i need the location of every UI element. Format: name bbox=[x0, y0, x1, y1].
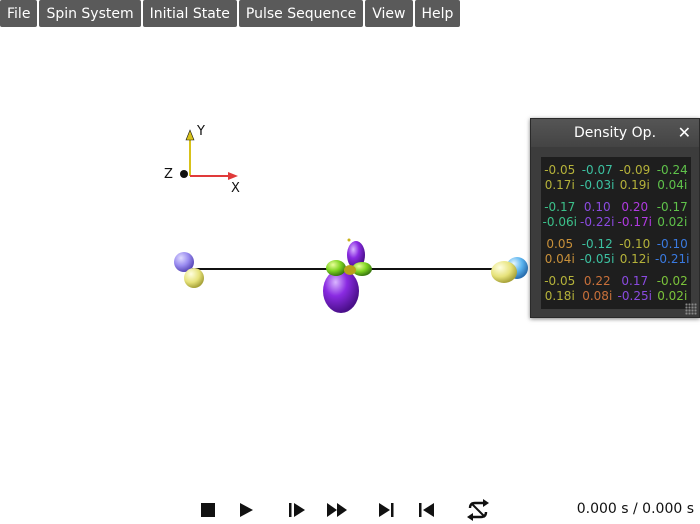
step-forward-icon[interactable] bbox=[286, 498, 308, 522]
matrix-cell-real: -0.17 bbox=[544, 199, 576, 214]
matrix-cell-real: -0.24 bbox=[656, 162, 688, 177]
menu-file[interactable]: File bbox=[0, 0, 38, 27]
matrix-cell-real: -0.05 bbox=[544, 273, 576, 288]
play-icon[interactable] bbox=[236, 498, 256, 522]
menu-view[interactable]: View bbox=[365, 0, 413, 27]
matrix-cell-real: 0.10 bbox=[583, 199, 611, 214]
matrix-cell-real: -0.12 bbox=[581, 236, 613, 251]
playback-controls: 0.000 s / 0.000 s bbox=[0, 498, 700, 524]
matrix-cell: 0.22 0.08i bbox=[579, 270, 617, 307]
matrix-cell-real: -0.10 bbox=[656, 236, 688, 251]
matrix-cell-imag: 0.04i bbox=[544, 251, 575, 266]
matrix-cell-imag: -0.22i bbox=[580, 214, 615, 229]
matrix-cell-imag: -0.05i bbox=[580, 251, 615, 266]
fast-forward-icon[interactable] bbox=[325, 498, 349, 522]
matrix-cell-imag: 0.08i bbox=[582, 288, 613, 303]
matrix-cell: -0.10 0.12i bbox=[616, 233, 654, 270]
matrix-cell: -0.24 0.04i bbox=[654, 159, 692, 196]
menu-initial-state[interactable]: Initial State bbox=[142, 0, 237, 27]
skip-to-end-icon[interactable] bbox=[377, 498, 397, 522]
matrix-cell: 0.20 -0.17i bbox=[616, 196, 654, 233]
menu-bar: File Spin System Initial State Pulse Seq… bbox=[0, 0, 461, 28]
density-matrix: -0.05 0.17i -0.07 -0.03i -0.09 0.19i -0.24 0.04… bbox=[541, 157, 691, 309]
spin-scene-graphic bbox=[174, 238, 528, 313]
close-icon[interactable]: ✕ bbox=[678, 123, 691, 142]
matrix-cell: 0.10 -0.22i bbox=[579, 196, 617, 233]
matrix-cell-real: 0.17 bbox=[621, 273, 649, 288]
axis-gizmo: Y X Z bbox=[160, 122, 250, 202]
matrix-cell-real: 0.20 bbox=[621, 199, 649, 214]
loop-icon[interactable] bbox=[465, 498, 491, 522]
matrix-cell-real: -0.05 bbox=[544, 162, 576, 177]
matrix-cell-imag: 0.18i bbox=[544, 288, 575, 303]
matrix-cell-real: 0.22 bbox=[583, 273, 611, 288]
skip-to-start-icon[interactable] bbox=[416, 498, 436, 522]
matrix-cell: -0.10 -0.21i bbox=[654, 233, 692, 270]
matrix-cell: -0.12 -0.05i bbox=[579, 233, 617, 270]
matrix-cell-imag: 0.02i bbox=[657, 288, 688, 303]
matrix-cell-real: -0.09 bbox=[619, 162, 651, 177]
matrix-cell-imag: 0.04i bbox=[657, 177, 688, 192]
menu-spin-system[interactable]: Spin System bbox=[39, 0, 141, 27]
matrix-cell-real: -0.07 bbox=[581, 162, 613, 177]
axis-label-z: Z bbox=[164, 167, 173, 182]
matrix-cell-imag: -0.21i bbox=[655, 251, 690, 266]
time-readout: 0.000 s / 0.000 s bbox=[576, 501, 694, 517]
matrix-cell: -0.05 0.18i bbox=[541, 270, 579, 307]
matrix-cell: -0.02 0.02i bbox=[654, 270, 692, 307]
matrix-cell: -0.17 -0.06i bbox=[541, 196, 579, 233]
stop-icon[interactable] bbox=[198, 498, 218, 522]
density-panel-title: Density Op. bbox=[573, 125, 657, 141]
matrix-cell-real: -0.02 bbox=[656, 273, 688, 288]
density-panel-header[interactable]: Density Op. ✕ bbox=[531, 119, 699, 147]
matrix-cell: -0.09 0.19i bbox=[616, 159, 654, 196]
matrix-cell: -0.05 0.17i bbox=[541, 159, 579, 196]
menu-pulse-sequence[interactable]: Pulse Sequence bbox=[238, 0, 364, 27]
matrix-cell: -0.07 -0.03i bbox=[579, 159, 617, 196]
matrix-cell-imag: 0.19i bbox=[619, 177, 650, 192]
matrix-cell-imag: 0.02i bbox=[657, 214, 688, 229]
matrix-cell-imag: -0.06i bbox=[542, 214, 577, 229]
matrix-cell-imag: 0.12i bbox=[619, 251, 650, 266]
density-operator-panel[interactable]: Density Op. ✕ -0.05 0.17i -0.07 -0.03i -0.09… bbox=[530, 118, 700, 318]
matrix-cell-real: -0.17 bbox=[656, 199, 688, 214]
matrix-cell-imag: 0.17i bbox=[544, 177, 575, 192]
matrix-cell-real: 0.05 bbox=[546, 236, 574, 251]
resize-grip-icon[interactable] bbox=[685, 303, 697, 315]
matrix-cell: -0.17 0.02i bbox=[654, 196, 692, 233]
matrix-cell-real: -0.10 bbox=[619, 236, 651, 251]
spin-scene[interactable] bbox=[160, 232, 540, 322]
matrix-cell: 0.05 0.04i bbox=[541, 233, 579, 270]
matrix-cell-imag: -0.25i bbox=[617, 288, 652, 303]
menu-help[interactable]: Help bbox=[414, 0, 461, 27]
matrix-cell: 0.17 -0.25i bbox=[616, 270, 654, 307]
matrix-cell-imag: -0.03i bbox=[580, 177, 615, 192]
matrix-cell-imag: -0.17i bbox=[617, 214, 652, 229]
axis-label-x: X bbox=[231, 181, 240, 196]
axis-label-y: Y bbox=[197, 124, 205, 139]
